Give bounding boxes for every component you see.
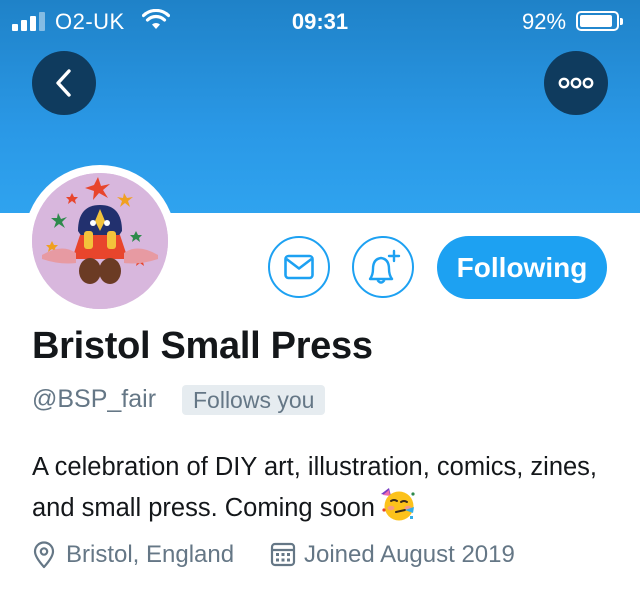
more-options-button[interactable] [544,51,608,115]
battery-percent: 92% [522,9,567,34]
follows-you-badge: Follows you [182,385,326,415]
profile-handle: @BSP_fair [32,385,157,413]
bell-plus-icon [368,249,401,284]
more-dots-icon [558,77,594,89]
battery-icon [576,11,623,31]
partying-face-emoji [381,488,415,521]
calendar-icon [270,542,296,567]
avatar-illustration [32,173,168,309]
chevron-left-icon [56,69,71,97]
profile-display-name: Bristol Small Press [32,325,373,367]
following-button[interactable]: Following [437,236,607,299]
notifications-button[interactable] [352,236,414,298]
status-bar: O2-UK 09:31 92% [0,0,640,42]
back-button[interactable] [32,51,96,115]
envelope-icon [284,254,314,280]
location-pin-icon [33,541,55,569]
profile-bio: A celebration of DIY art, illustration, … [32,448,622,527]
joined-text: Joined August 2019 [304,541,515,568]
avatar[interactable] [32,173,168,309]
location-text: Bristol, England [66,541,235,568]
message-button[interactable] [268,236,330,298]
bio-text: A celebration of DIY art, illustration, … [32,453,598,522]
